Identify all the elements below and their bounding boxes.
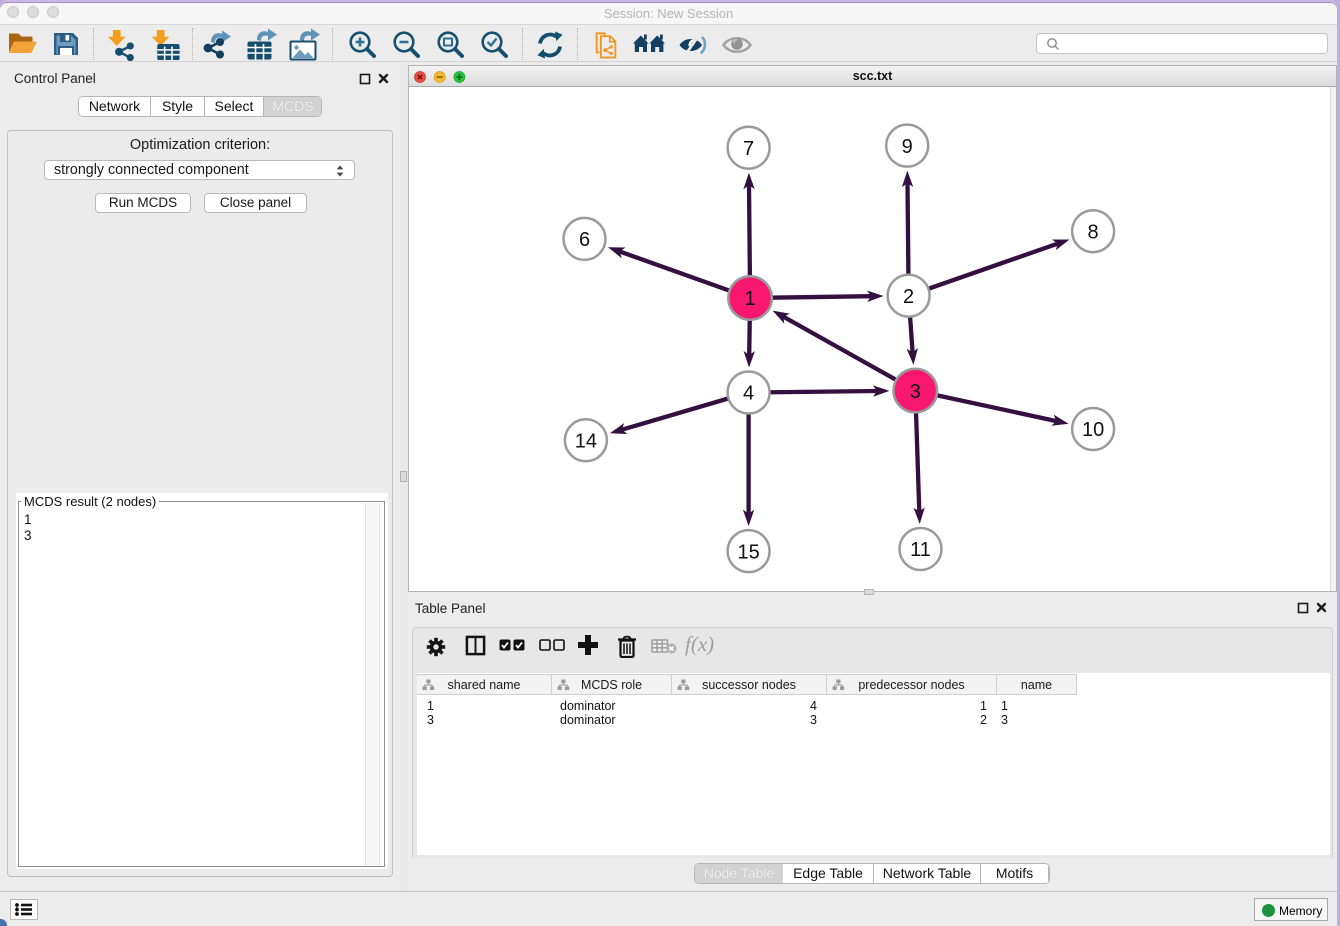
svg-text:9: 9 [902,136,913,158]
svg-text:4: 4 [743,383,754,405]
svg-text:10: 10 [1082,419,1104,441]
svg-text:8: 8 [1088,221,1099,243]
svg-text:1: 1 [745,288,756,310]
svg-text:7: 7 [743,138,754,160]
svg-text:2: 2 [903,286,914,308]
svg-text:15: 15 [737,541,759,563]
svg-text:6: 6 [579,229,590,251]
svg-text:11: 11 [910,539,931,561]
svg-text:14: 14 [575,431,597,453]
svg-text:3: 3 [910,381,921,403]
